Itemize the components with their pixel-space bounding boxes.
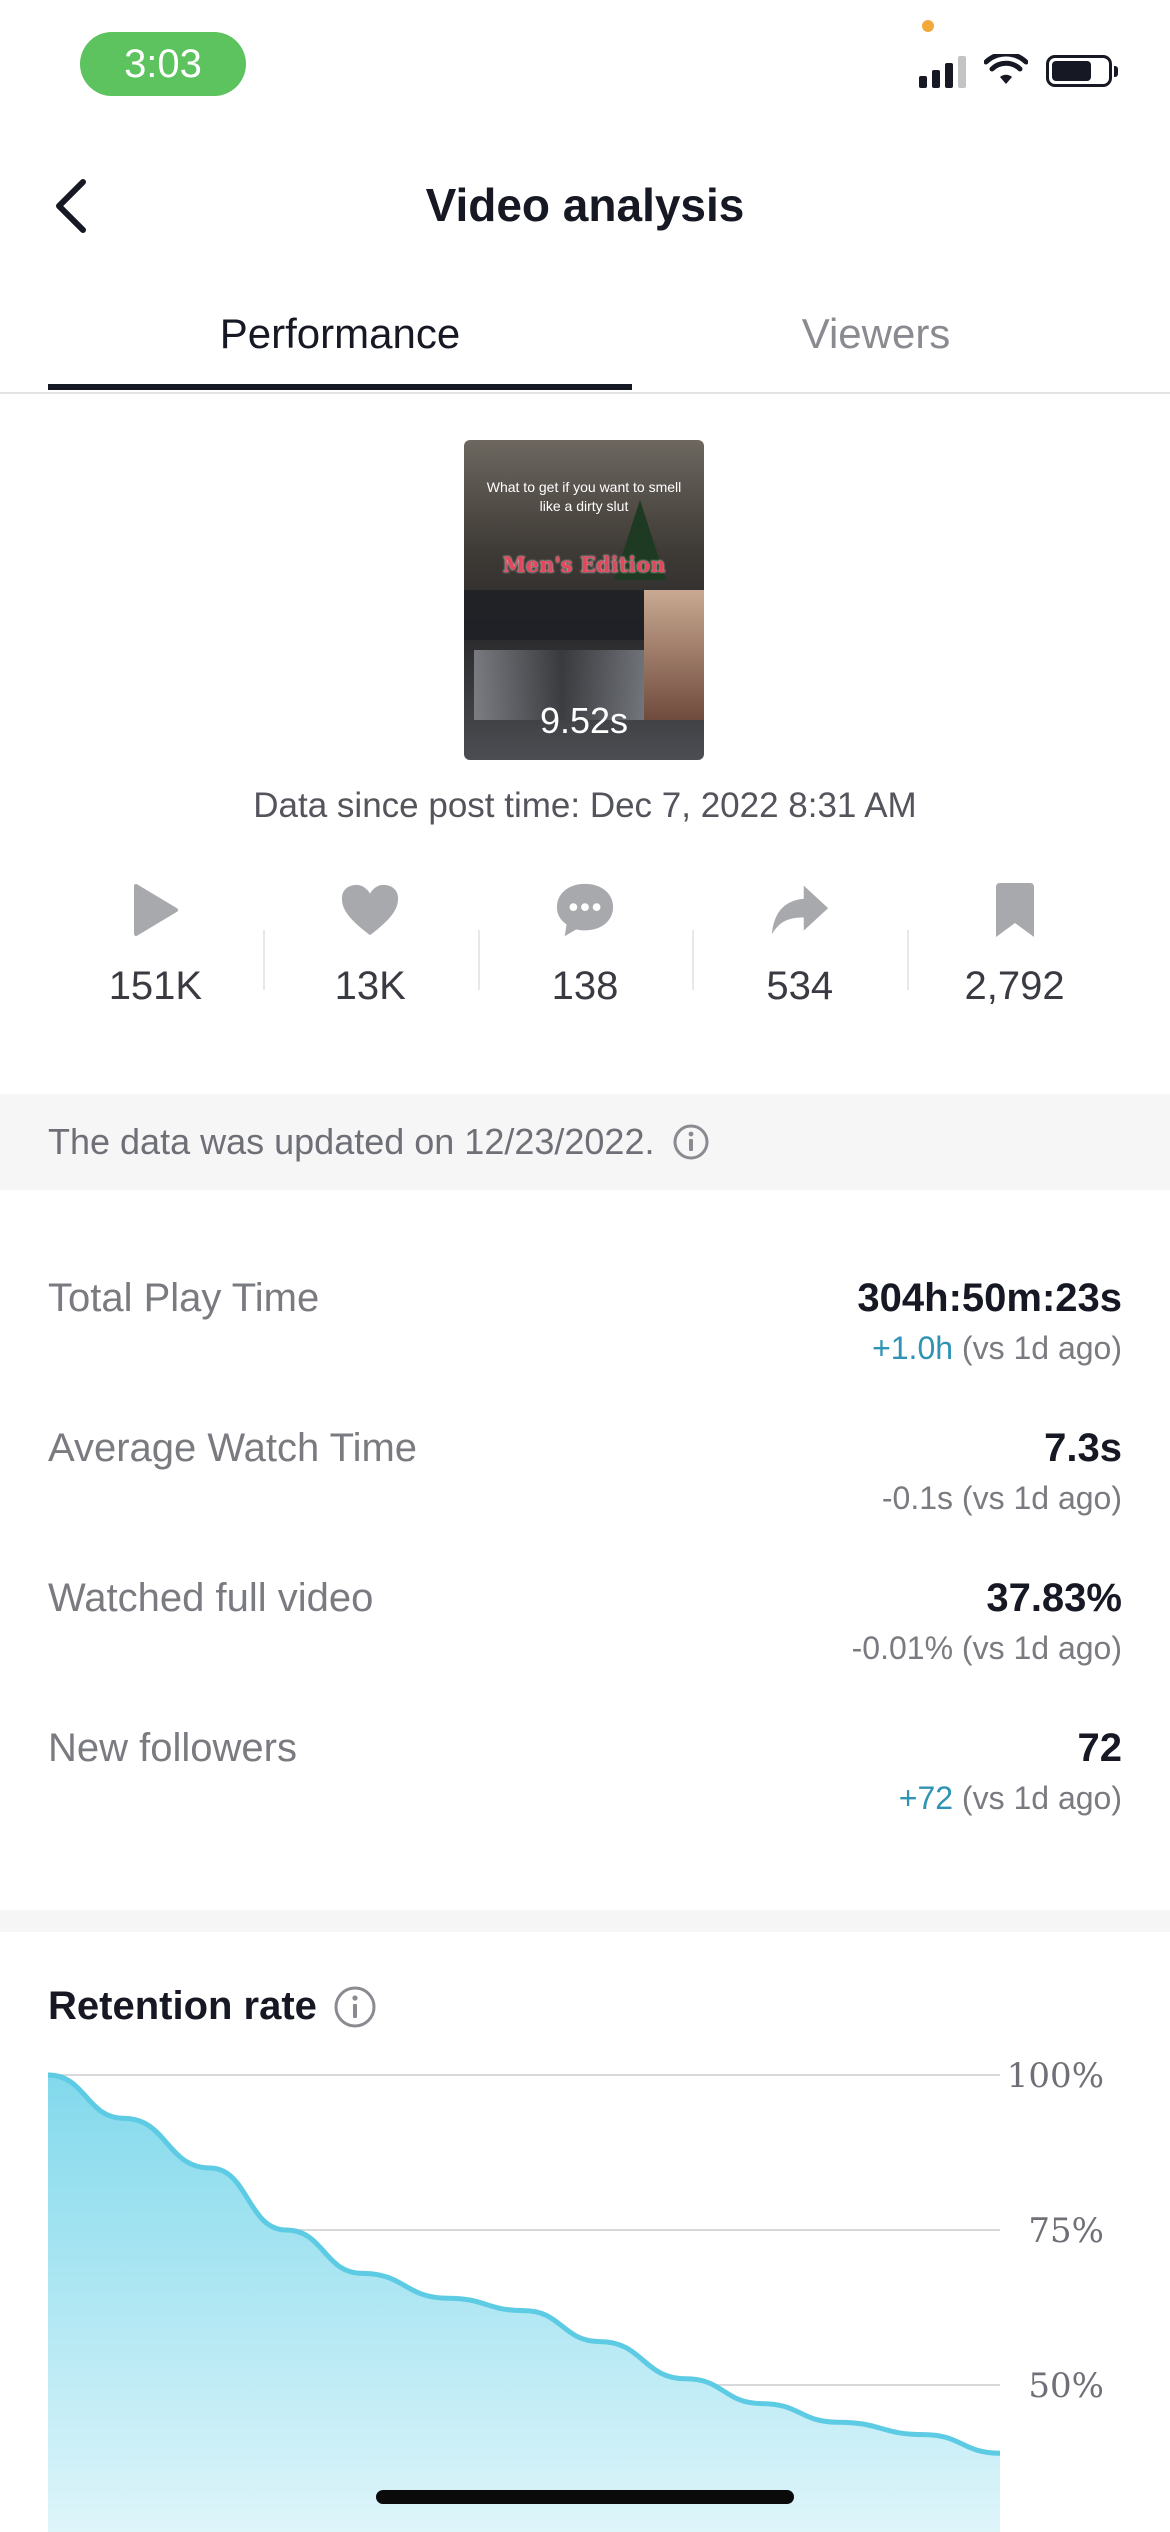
metric-value: 7.3s (1044, 1426, 1122, 1470)
metric-delta: +72 (vs 1d ago) (898, 1780, 1122, 1816)
stat-value: 138 (551, 964, 619, 1008)
thumbnail-edition-text: Men's Edition (502, 552, 666, 577)
retention-chart: 100% 75% 50% (47, 2060, 1104, 2532)
section-divider (0, 1910, 1170, 1932)
home-indicator (376, 2490, 794, 2504)
metric-value: 37.83% (986, 1576, 1122, 1620)
stat-value: 2,792 (964, 964, 1065, 1008)
metric-label: Average Watch Time (48, 1426, 418, 1470)
retention-area (48, 2075, 1000, 2532)
active-tab-indicator (48, 384, 632, 390)
info-icon[interactable] (333, 1985, 377, 2029)
recording-indicator-dot (922, 20, 934, 32)
retention-title-text: Retention rate (48, 1984, 317, 2028)
metric-value: 72 (1077, 1726, 1123, 1770)
data-updated-banner: The data was updated on 12/23/2022. (0, 1094, 1170, 1190)
stat-value: 151K (108, 964, 203, 1008)
engagement-stats: 151K 13K 138 534 2,792 (48, 880, 1122, 1040)
status-time: 3:03 (80, 32, 246, 96)
chart-tick-label: 50% (1028, 2366, 1104, 2406)
play-icon (125, 880, 185, 940)
wifi-icon (984, 54, 1028, 84)
chart-tick-label: 100% (1007, 2060, 1104, 2096)
battery-icon (1046, 55, 1118, 87)
video-thumbnail[interactable]: What to get if you want to smell like a … (464, 440, 704, 760)
retention-title: Retention rate (48, 1984, 377, 2029)
stat-views: 151K (48, 880, 263, 1040)
post-time-text: Data since post time: Dec 7, 2022 8:31 A… (253, 786, 917, 825)
tab-performance[interactable]: Performance (48, 310, 632, 358)
comment-icon (555, 880, 615, 940)
metric-delta: +1.0h (vs 1d ago) (872, 1330, 1122, 1366)
status-icons (919, 54, 1118, 88)
chart-tick-label: 75% (1028, 2211, 1104, 2251)
info-icon[interactable] (672, 1123, 710, 1161)
stat-value: 534 (766, 964, 834, 1008)
heart-icon (340, 880, 400, 940)
video-duration: 9.52s (539, 700, 629, 741)
stat-saves: 2,792 (907, 880, 1122, 1040)
metric-label: Total Play Time (48, 1276, 320, 1320)
cellular-signal-icon (919, 54, 966, 88)
stat-comments: 138 (477, 880, 693, 1040)
bookmark-icon (985, 880, 1045, 940)
metric-value: 304h:50m:23s (857, 1276, 1122, 1320)
tab-bar: Performance Viewers (0, 296, 1170, 394)
data-updated-text: The data was updated on 12/23/2022. (48, 1121, 655, 1162)
share-icon (770, 880, 830, 940)
thumbnail-caption: What to get if you want to smell like a … (486, 479, 682, 514)
stat-likes: 13K (262, 880, 478, 1040)
metric-delta: -0.1s (vs 1d ago) (881, 1480, 1122, 1516)
metric-delta: -0.01% (vs 1d ago) (851, 1630, 1122, 1666)
stat-shares: 534 (692, 880, 907, 1040)
tab-viewers[interactable]: Viewers (632, 310, 1120, 358)
metric-label: Watched full video (48, 1576, 374, 1620)
metric-label: New followers (48, 1726, 297, 1770)
stat-value: 13K (334, 964, 406, 1008)
page-title: Video analysis (425, 179, 745, 231)
